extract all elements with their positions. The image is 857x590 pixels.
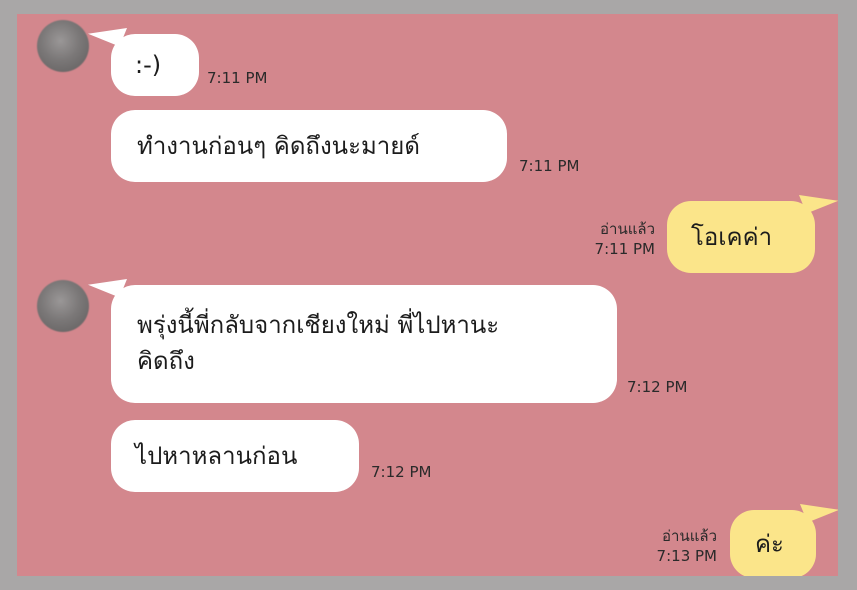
- message-timestamp: 7:12 PM: [371, 463, 432, 481]
- contact-avatar[interactable]: [37, 280, 89, 332]
- message-text: ไปหาหลานก่อน: [135, 442, 298, 470]
- incoming-message-bubble[interactable]: พรุ่งนี้พี่กลับจากเชียงใหม่ พี่ไปหานะ คิ…: [111, 285, 617, 403]
- message-text-line: พรุ่งนี้พี่กลับจากเชียงใหม่ พี่ไปหานะ: [137, 311, 500, 339]
- message-timestamp: 7:13 PM: [656, 547, 717, 565]
- read-receipt: อ่านแล้ว: [600, 220, 655, 238]
- message-timestamp: 7:11 PM: [207, 69, 268, 87]
- message-text-line: คิดถึง: [137, 347, 195, 375]
- message-text: :-): [135, 51, 162, 79]
- incoming-message-bubble[interactable]: :-): [111, 34, 199, 96]
- incoming-message-bubble[interactable]: ทำงานก่อนๆ คิดถึงนะมายด์: [111, 110, 507, 182]
- outgoing-message-bubble[interactable]: ค่ะ: [730, 510, 816, 576]
- chat-area: :-) 7:11 PM ทำงานก่อนๆ คิดถึงนะมายด์ 7:1…: [17, 14, 838, 576]
- message-timestamp: 7:12 PM: [627, 378, 688, 396]
- message-text: ค่ะ: [755, 530, 784, 558]
- contact-avatar[interactable]: [37, 20, 89, 72]
- message-status: อ่านแล้ว 7:13 PM: [629, 526, 717, 566]
- message-status: อ่านแล้ว 7:11 PM: [567, 219, 655, 259]
- message-timestamp: 7:11 PM: [594, 240, 655, 258]
- message-text: ทำงานก่อนๆ คิดถึงนะมายด์: [137, 132, 420, 160]
- message-timestamp: 7:11 PM: [519, 157, 580, 175]
- incoming-message-bubble[interactable]: ไปหาหลานก่อน: [111, 420, 359, 492]
- outgoing-message-bubble[interactable]: โอเคค่า: [667, 201, 815, 273]
- message-text: โอเคค่า: [691, 223, 773, 251]
- read-receipt: อ่านแล้ว: [662, 527, 717, 545]
